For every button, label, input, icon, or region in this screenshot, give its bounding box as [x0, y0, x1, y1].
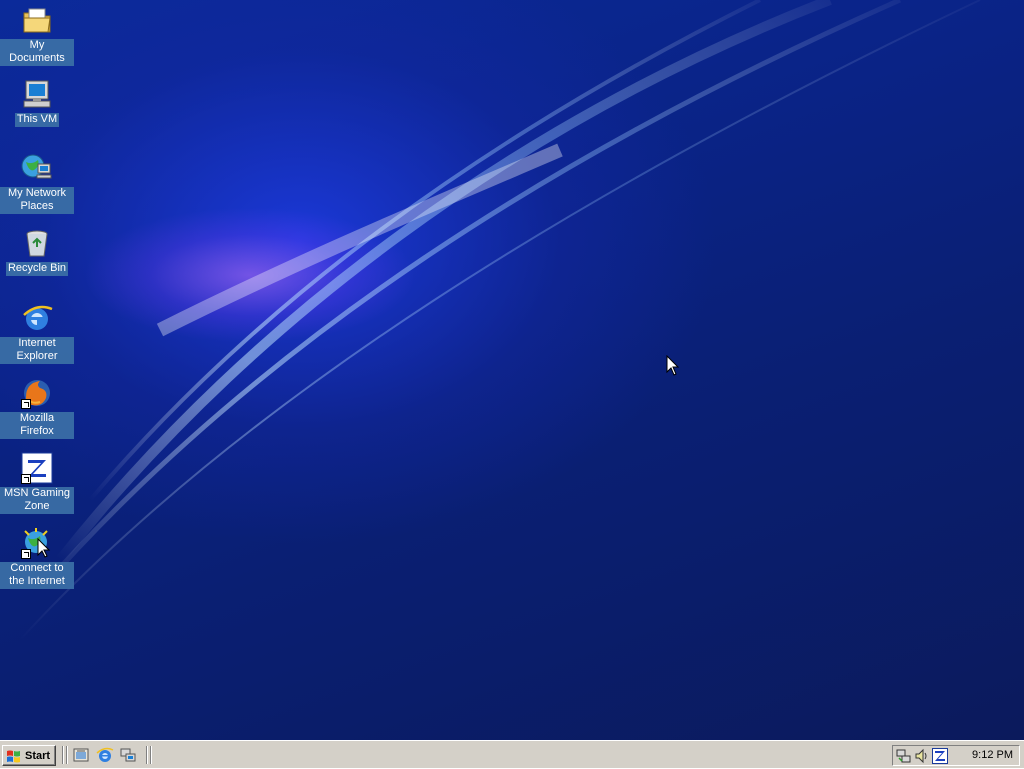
desktop-icon-my-network-places[interactable]: My Network Places: [0, 152, 74, 214]
network-icon[interactable]: [119, 747, 137, 763]
volume-icon[interactable]: [914, 748, 930, 764]
icon-label: This VM: [14, 113, 60, 127]
network-connection-icon[interactable]: [896, 748, 912, 764]
icon-label: My Documents: [0, 39, 74, 66]
start-button[interactable]: Start: [2, 745, 56, 766]
shortcut-arrow-icon: [21, 474, 31, 484]
icon-label: Mozilla Firefox: [0, 412, 74, 439]
recycle-bin-icon: [21, 227, 53, 259]
internet-explorer-icon[interactable]: [96, 747, 114, 763]
firefox-icon: [21, 377, 53, 409]
desktop-icon-mozilla-firefox[interactable]: Mozilla Firefox: [0, 377, 74, 439]
mouse-cursor-icon: [666, 355, 680, 376]
msn-zone-icon[interactable]: [932, 748, 948, 764]
shortcut-arrow-icon: [21, 549, 31, 559]
computer-icon: [21, 78, 53, 110]
network-places-icon: [21, 152, 53, 184]
icon-label: Connect to the Internet: [0, 562, 74, 589]
desktop-icon-my-documents[interactable]: My Documents: [0, 4, 74, 66]
desktop-icon-connect-to-internet[interactable]: Connect to the Internet: [0, 527, 74, 589]
wallpaper-swoosh: [19, 0, 981, 641]
desktop-icon-recycle-bin[interactable]: Recycle Bin: [0, 227, 74, 276]
show-desktop-icon[interactable]: [72, 747, 90, 763]
windows-logo-icon: [7, 750, 20, 762]
taskbar-separator: [62, 746, 64, 764]
taskbar-separator: [66, 746, 68, 764]
taskbar-separator: [146, 746, 148, 764]
shortcut-arrow-icon: [21, 399, 31, 409]
desktop-icon-this-vm[interactable]: This VM: [0, 78, 74, 127]
desktop-icon-msn-gaming-zone[interactable]: MSN Gaming Zone: [0, 452, 74, 514]
connect-wizard-icon: [21, 527, 53, 559]
start-label: Start: [25, 749, 51, 762]
desktop[interactable]: My Documents This VM My Network Places R…: [0, 0, 1024, 740]
internet-explorer-icon: [21, 302, 53, 334]
taskbar-separator: [150, 746, 152, 764]
desktop-icon-internet-explorer[interactable]: Internet Explorer: [0, 302, 74, 364]
clock[interactable]: 9:12 PM: [972, 749, 1013, 761]
icon-label: Internet Explorer: [0, 337, 74, 364]
icon-label: Recycle Bin: [5, 262, 69, 276]
folder-documents-icon: [21, 4, 53, 36]
msn-zone-icon: [21, 452, 53, 484]
icon-label: My Network Places: [0, 187, 74, 214]
system-tray: 9:12 PM: [892, 745, 1020, 766]
taskbar: Start 9:12 PM: [0, 740, 1024, 768]
icon-label: MSN Gaming Zone: [0, 487, 74, 514]
